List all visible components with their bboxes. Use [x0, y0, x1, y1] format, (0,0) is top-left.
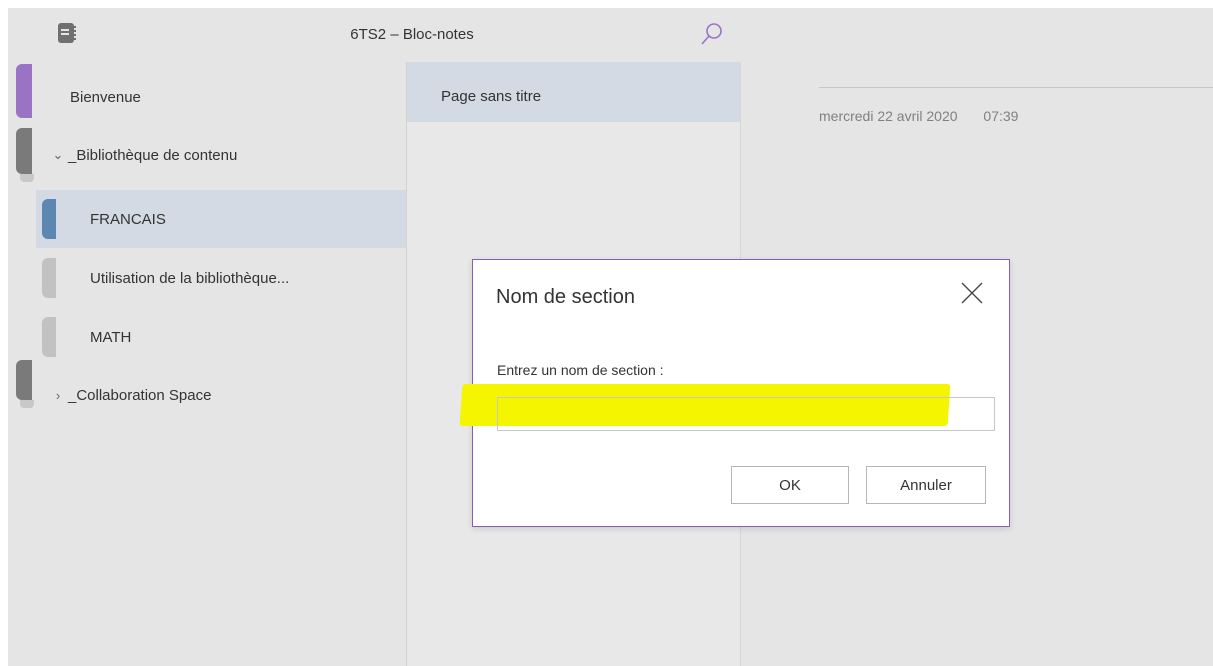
section-label: Bienvenue — [70, 88, 141, 106]
notebook-tab-active[interactable] — [16, 64, 32, 118]
section-group-bibliotheque[interactable]: ⌄ _Bibliothèque de contenu — [36, 126, 406, 184]
page-title-rule — [819, 87, 1213, 88]
section-name-dialog: Nom de section Entrez un nom de section … — [459, 259, 1010, 527]
page-time: 07:39 — [983, 108, 1019, 124]
section-name-label: Entrez un nom de section : — [497, 362, 664, 378]
page-item-active[interactable]: Page sans titre — [407, 62, 740, 122]
section-item-utilisation[interactable]: Utilisation de la bibliothèque... — [36, 249, 406, 307]
chevron-right-icon[interactable]: › — [48, 388, 68, 403]
section-item-bienvenue[interactable]: Bienvenue — [36, 68, 406, 126]
notebook-tab[interactable] — [16, 128, 32, 174]
section-label: MATH — [90, 328, 132, 346]
section-list: Bienvenue ⌄ _Bibliothèque de contenu FRA… — [36, 62, 407, 666]
section-label: Utilisation de la bibliothèque... — [90, 269, 290, 287]
notebook-title[interactable]: 6TS2 – Bloc-notes — [36, 26, 748, 43]
section-label: _Collaboration Space — [68, 386, 212, 404]
notebook-tab-ear — [20, 174, 34, 182]
search-icon[interactable] — [696, 20, 726, 50]
notebook-tab-strip — [8, 8, 37, 666]
section-label: _Bibliothèque de contenu — [68, 146, 238, 164]
notebook-tab[interactable] — [16, 360, 32, 400]
chevron-down-icon[interactable]: ⌄ — [48, 147, 68, 163]
notebook-tab-ear — [20, 400, 34, 408]
notebook-header: 6TS2 – Bloc-notes — [36, 8, 748, 62]
ok-button[interactable]: OK — [731, 466, 849, 504]
section-group-collaboration[interactable]: › _Collaboration Space — [36, 366, 406, 424]
section-label: FRANCAIS — [90, 210, 166, 228]
section-color-tab — [42, 199, 56, 239]
section-color-tab — [42, 317, 56, 357]
section-color-tab — [42, 258, 56, 298]
section-item-francais[interactable]: FRANCAIS — [36, 190, 406, 248]
page-date-line: mercredi 22 avril 2020 07:39 — [819, 108, 1018, 124]
page-date: mercredi 22 avril 2020 — [819, 108, 958, 124]
cancel-button[interactable]: Annuler — [866, 466, 986, 504]
dialog-title: Nom de section — [496, 286, 635, 308]
close-icon[interactable] — [959, 280, 985, 306]
section-name-input[interactable] — [497, 397, 995, 431]
section-item-math[interactable]: MATH — [36, 308, 406, 366]
